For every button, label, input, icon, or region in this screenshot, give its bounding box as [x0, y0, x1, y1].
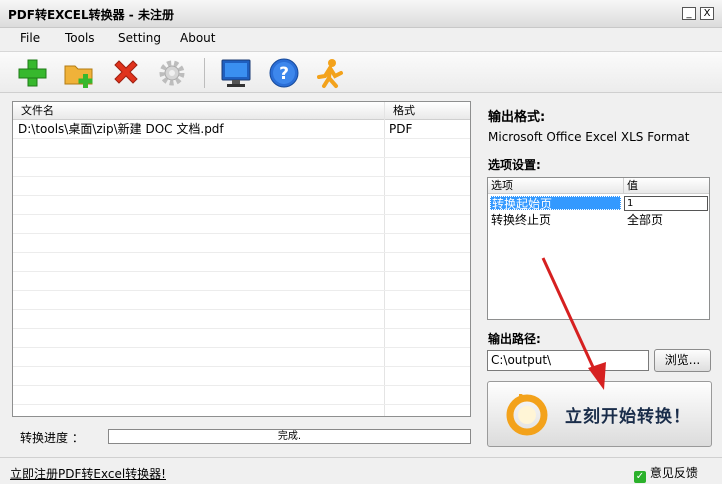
browse-button[interactable]: 浏览...: [654, 349, 711, 372]
status-bar: 立即注册PDF转Excel转换器! ✓ 意见反馈: [0, 457, 722, 484]
refresh-icon: [506, 394, 548, 436]
empty-row: [13, 348, 470, 367]
add-file-button[interactable]: [16, 57, 48, 89]
title-bar: PDF转EXCEL转换器 - 未注册 _ X: [0, 0, 722, 28]
svg-text:?: ?: [279, 64, 289, 84]
empty-row: [13, 196, 470, 215]
option-end-page[interactable]: 转换终止页: [491, 211, 551, 228]
option-end-page-value[interactable]: 全部页: [627, 211, 663, 228]
output-format-value: Microsoft Office Excel XLS Format: [488, 130, 690, 144]
output-format-label: 输出格式:: [488, 110, 546, 125]
minimize-button[interactable]: _: [682, 7, 696, 20]
empty-row: [13, 253, 470, 272]
toolbar: ?: [0, 51, 722, 93]
menu-bar: File Tools Setting About: [0, 28, 722, 50]
start-convert-label: 立刻开始转换！: [565, 407, 691, 427]
empty-row: [13, 329, 470, 348]
run-button[interactable]: [314, 57, 346, 89]
empty-row: [13, 158, 470, 177]
empty-row: [13, 291, 470, 310]
menu-tools[interactable]: Tools: [65, 31, 95, 45]
table-row[interactable]: D:\tools\桌面\zip\新建 DOC 文档.pdf PDF: [13, 120, 470, 139]
options-header-name: 选项: [488, 178, 623, 194]
register-link[interactable]: 立即注册PDF转Excel转换器!: [10, 465, 166, 482]
close-button[interactable]: X: [700, 7, 714, 20]
column-header-filename[interactable]: 文件名: [13, 102, 384, 120]
checkmark-icon: ✓: [634, 471, 646, 483]
delete-icon: [114, 60, 138, 84]
monitor-button[interactable]: [219, 57, 251, 89]
empty-row: [13, 310, 470, 329]
empty-row: [13, 386, 470, 405]
add-file-icon: [18, 59, 47, 87]
settings-icon: [159, 60, 185, 86]
window-title: PDF转EXCEL转换器 - 未注册: [8, 8, 174, 22]
feedback-label: 意见反馈: [649, 466, 698, 480]
toolbar-separator: [204, 58, 205, 88]
help-icon: ?: [269, 58, 299, 88]
empty-row: [13, 177, 470, 196]
menu-about[interactable]: About: [180, 31, 215, 45]
add-folder-button[interactable]: [63, 57, 95, 89]
settings-button[interactable]: [156, 57, 188, 89]
option-start-page-value[interactable]: 1: [624, 196, 708, 211]
monitor-icon: [221, 59, 251, 87]
progress-bar: 完成.: [108, 429, 471, 444]
delete-button[interactable]: [110, 57, 142, 89]
column-header-format[interactable]: 格式: [384, 102, 470, 120]
empty-row: [13, 139, 470, 158]
help-button[interactable]: ?: [268, 57, 300, 89]
run-icon: [317, 59, 343, 88]
empty-row: [13, 367, 470, 386]
add-folder-icon: [64, 65, 93, 88]
empty-row: [13, 234, 470, 253]
file-format-cell: PDF: [389, 122, 413, 136]
options-header-value: 值: [623, 178, 709, 194]
menu-setting[interactable]: Setting: [118, 31, 161, 45]
empty-row: [13, 215, 470, 234]
feedback-link[interactable]: ✓ 意见反馈: [634, 464, 698, 483]
annotation-arrow: [541, 257, 606, 390]
progress-label: 转换进度 ：: [20, 431, 84, 445]
file-name-cell: D:\tools\桌面\zip\新建 DOC 文档.pdf: [18, 122, 224, 136]
empty-row: [13, 272, 470, 291]
option-start-page[interactable]: 转换起始页: [490, 196, 621, 211]
menu-file[interactable]: File: [20, 31, 40, 45]
options-label: 选项设置:: [488, 158, 541, 172]
file-list[interactable]: 文件名 格式 D:\tools\桌面\zip\新建 DOC 文档.pdf PDF: [12, 101, 471, 417]
